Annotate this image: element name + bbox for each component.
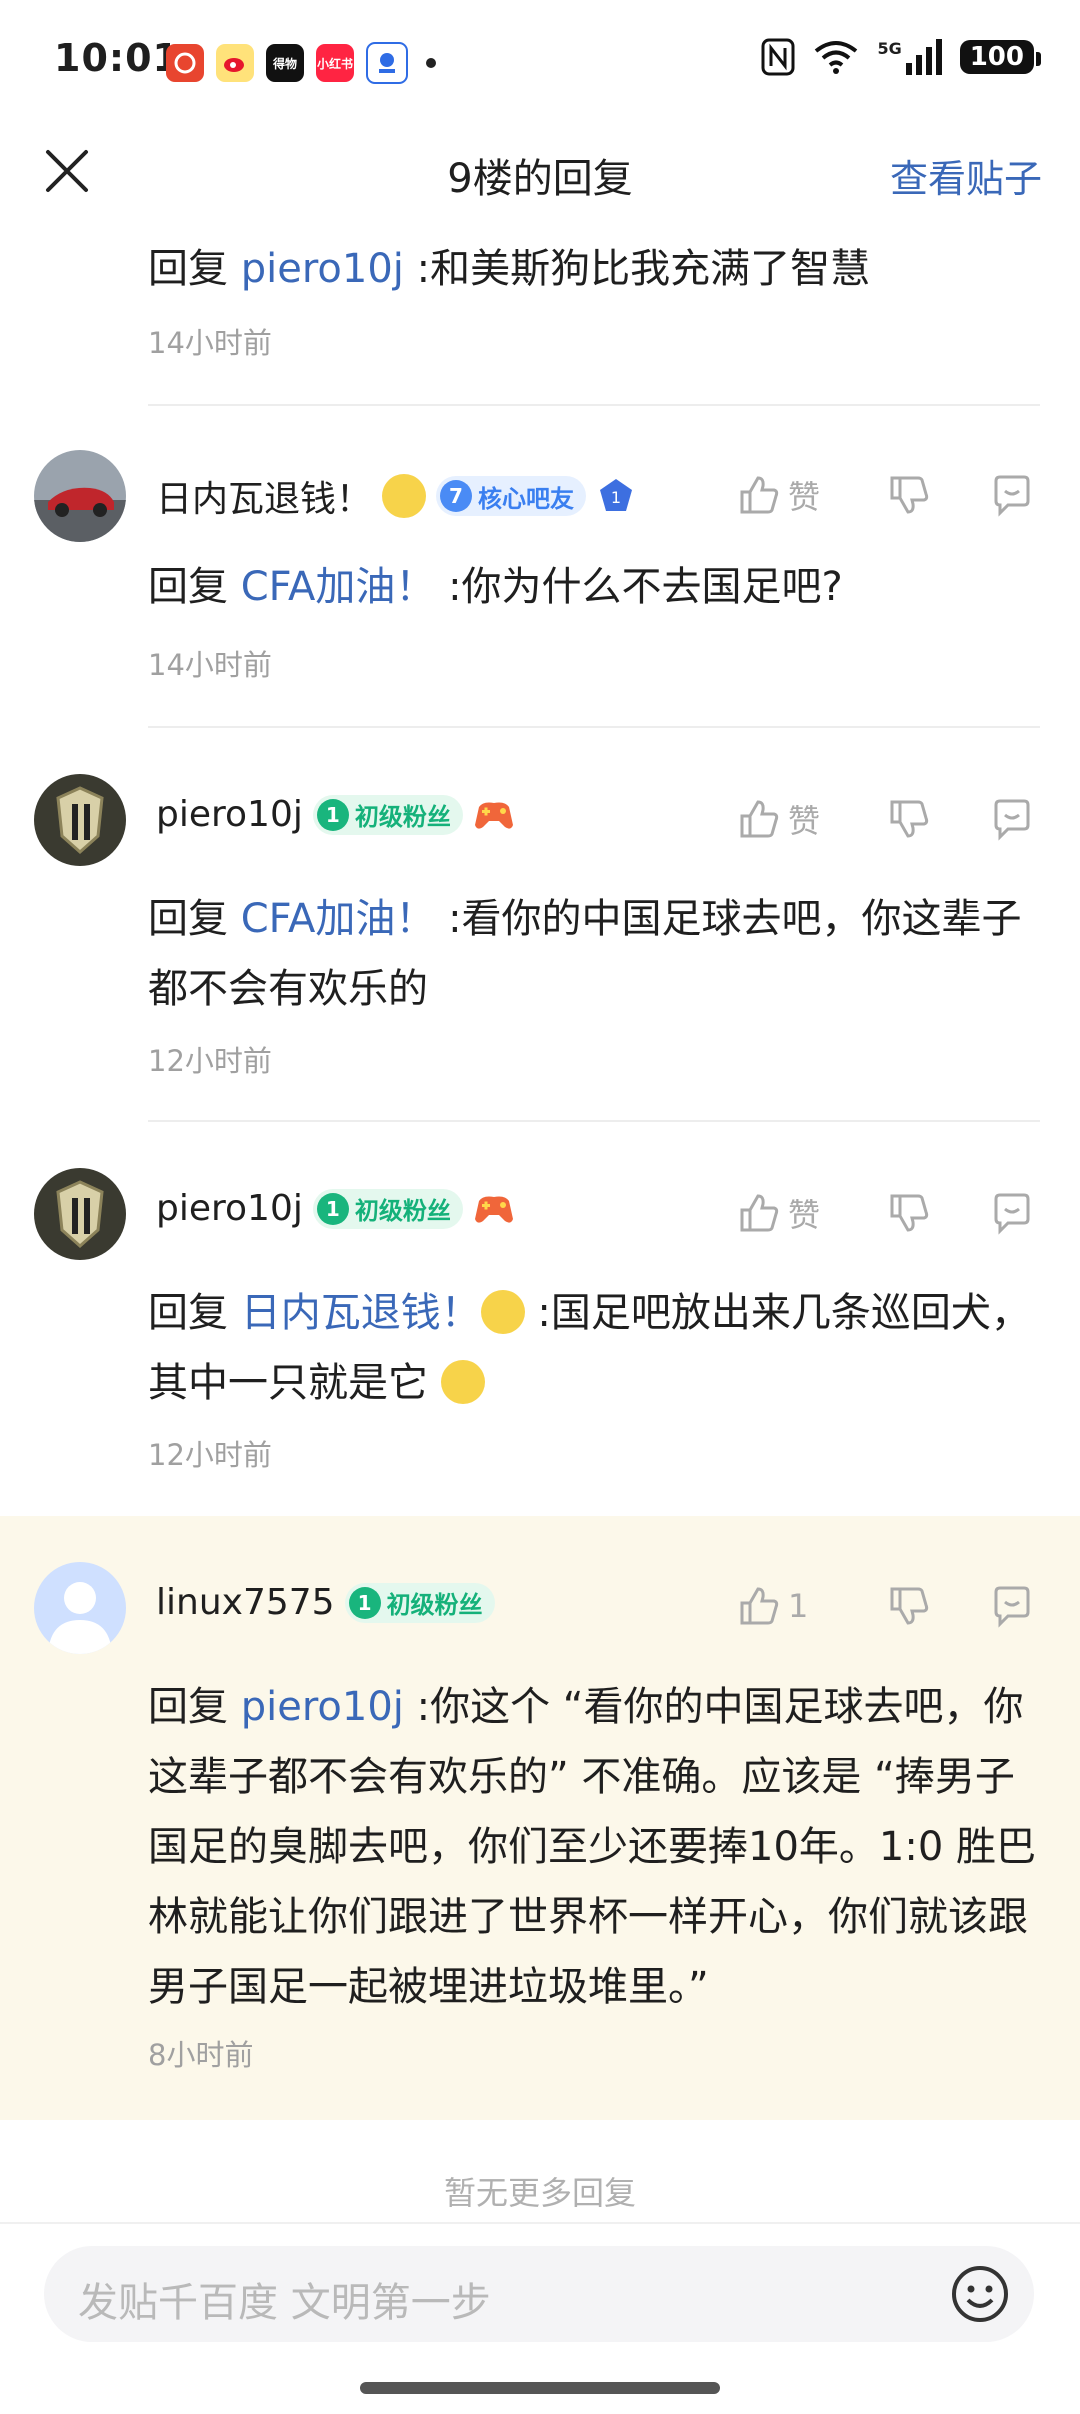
reply-body: 回复 piero10j :和美斯狗比我充满了智慧 bbox=[148, 246, 871, 292]
fan-level-badge[interactable]: 1 初级粉丝 bbox=[344, 1582, 495, 1623]
comment-icon bbox=[994, 475, 1030, 517]
reply-button[interactable] bbox=[990, 1191, 1034, 1235]
username-row: linux7575 1 初级粉丝 bbox=[156, 1582, 495, 1623]
username[interactable]: piero10j bbox=[156, 1188, 303, 1229]
input-placeholder: 发贴千百度 文明第一步 bbox=[78, 2280, 491, 2326]
system-icons: 5G 100 bbox=[761, 38, 1042, 76]
status-bar: 10:01 得物 小红书 5G 100 bbox=[0, 0, 1080, 120]
mention-link[interactable]: piero10j bbox=[241, 1684, 404, 1730]
more-notifications-icon bbox=[426, 58, 436, 68]
reply-time: 14小时前 bbox=[148, 326, 272, 360]
divider bbox=[148, 404, 1040, 406]
xiaohongshu-icon: 小红书 bbox=[316, 44, 354, 82]
reply-time: 12小时前 bbox=[148, 1438, 272, 1472]
thumbs-down-icon bbox=[890, 476, 929, 514]
reply-button[interactable] bbox=[990, 1584, 1034, 1628]
thumbs-up-icon bbox=[740, 800, 779, 838]
reply-actions: 赞 bbox=[738, 1190, 1034, 1236]
thumbs-up-icon bbox=[740, 1587, 779, 1625]
reply-time: 14小时前 bbox=[148, 648, 272, 682]
comment-icon bbox=[994, 1586, 1030, 1628]
gamepad-icon bbox=[474, 1196, 513, 1223]
like-button[interactable]: 赞 bbox=[738, 472, 848, 518]
top-bar: 9楼的回复 查看贴子 bbox=[0, 128, 1080, 218]
reply-actions: 赞 bbox=[738, 472, 1034, 518]
username-row: piero10j 1 初级粉丝 bbox=[156, 794, 515, 835]
username[interactable]: piero10j bbox=[156, 794, 303, 835]
nfc-icon bbox=[761, 38, 795, 76]
username-row: piero10j 1 初级粉丝 bbox=[156, 1188, 515, 1229]
no-more-replies-text: 暂无更多回复 bbox=[443, 2174, 636, 2212]
reply-body: 回复 日内瓦退钱！ :国足吧放出来几条巡回犬，其中一只就是它 bbox=[148, 1290, 1031, 1406]
app-notification-icon bbox=[166, 44, 204, 82]
weibo-icon bbox=[216, 44, 254, 82]
reply-actions: 1 bbox=[738, 1584, 1034, 1628]
like-button[interactable]: 1 bbox=[738, 1585, 848, 1627]
reply-button[interactable] bbox=[990, 797, 1034, 841]
wifi-icon bbox=[815, 41, 858, 74]
notification-icons: 得物 小红书 bbox=[166, 42, 436, 84]
dislike-button[interactable] bbox=[888, 474, 930, 516]
gamepad-icon bbox=[474, 802, 513, 829]
like-count: 1 bbox=[788, 1587, 809, 1625]
reply-button[interactable] bbox=[990, 473, 1034, 517]
battery-indicator: 100 bbox=[959, 40, 1042, 74]
mention-link[interactable]: CFA加油！ bbox=[241, 896, 436, 942]
view-post-link[interactable]: 查看贴子 bbox=[890, 148, 1042, 203]
moon-face-emoji-icon bbox=[480, 1290, 525, 1334]
moon-face-emoji-icon bbox=[382, 474, 427, 518]
emoji-picker-icon[interactable] bbox=[950, 2264, 1010, 2324]
reply-time: 12小时前 bbox=[148, 1044, 272, 1078]
svg-text:1: 1 bbox=[611, 488, 621, 507]
avatar[interactable] bbox=[34, 1168, 126, 1260]
thumbs-up-icon bbox=[740, 476, 779, 514]
reply-actions: 赞 bbox=[738, 796, 1034, 842]
home-indicator[interactable] bbox=[360, 2382, 720, 2394]
thumbs-down-icon bbox=[890, 800, 929, 838]
dislike-button[interactable] bbox=[888, 1192, 930, 1234]
avatar[interactable] bbox=[34, 450, 126, 542]
like-button[interactable]: 赞 bbox=[738, 1190, 848, 1236]
thumbs-down-icon bbox=[890, 1587, 929, 1625]
reply-body: 回复 CFA加油！ :你为什么不去国足吧? bbox=[148, 564, 843, 610]
status-time: 10:01 bbox=[54, 36, 180, 80]
member-medal-icon: 1 bbox=[600, 479, 633, 511]
level-badge[interactable]: 7 核心吧友 bbox=[436, 476, 587, 516]
dewu-icon: 得物 bbox=[266, 44, 304, 82]
mention-link[interactable]: piero10j bbox=[241, 246, 404, 292]
mention-link[interactable]: 日内瓦退钱！ bbox=[241, 1290, 481, 1336]
divider bbox=[148, 1120, 1040, 1122]
avatar[interactable] bbox=[34, 774, 126, 866]
map-app-icon bbox=[366, 42, 408, 84]
reply-time: 8小时前 bbox=[148, 2038, 254, 2072]
reply-input[interactable]: 发贴千百度 文明第一步 bbox=[44, 2246, 1034, 2342]
divider bbox=[148, 726, 1040, 728]
comment-icon bbox=[994, 799, 1030, 841]
comment-icon bbox=[994, 1193, 1030, 1235]
fan-level-badge[interactable]: 1 初级粉丝 bbox=[312, 794, 463, 835]
thumbs-down-icon bbox=[890, 1194, 929, 1232]
thumbs-up-icon bbox=[740, 1194, 779, 1232]
laughing-emoji-icon bbox=[440, 1360, 485, 1404]
dislike-button[interactable] bbox=[888, 798, 930, 840]
username-row: 日内瓦退钱！ 7 核心吧友 1 bbox=[156, 470, 636, 522]
reply-body: 回复 piero10j :你这个 “看你的中国足球去吧，你这辈子都不会有欢乐的”… bbox=[148, 1684, 1036, 2010]
mention-link[interactable]: CFA加油！ bbox=[241, 564, 436, 610]
dislike-button[interactable] bbox=[888, 1585, 930, 1627]
fan-level-badge[interactable]: 1 初级粉丝 bbox=[312, 1188, 463, 1229]
username[interactable]: linux7575 bbox=[156, 1582, 335, 1623]
username[interactable]: 日内瓦退钱！ bbox=[156, 470, 372, 522]
bottom-bar: 发贴千百度 文明第一步 bbox=[0, 2222, 1080, 2414]
reply-body: 回复 CFA加油！ :看你的中国足球去吧，你这辈子都不会有欢乐的 bbox=[148, 896, 1022, 1012]
avatar[interactable] bbox=[34, 1562, 126, 1654]
like-button[interactable]: 赞 bbox=[738, 796, 848, 842]
cell-signal-icon: 5G bbox=[877, 39, 942, 75]
